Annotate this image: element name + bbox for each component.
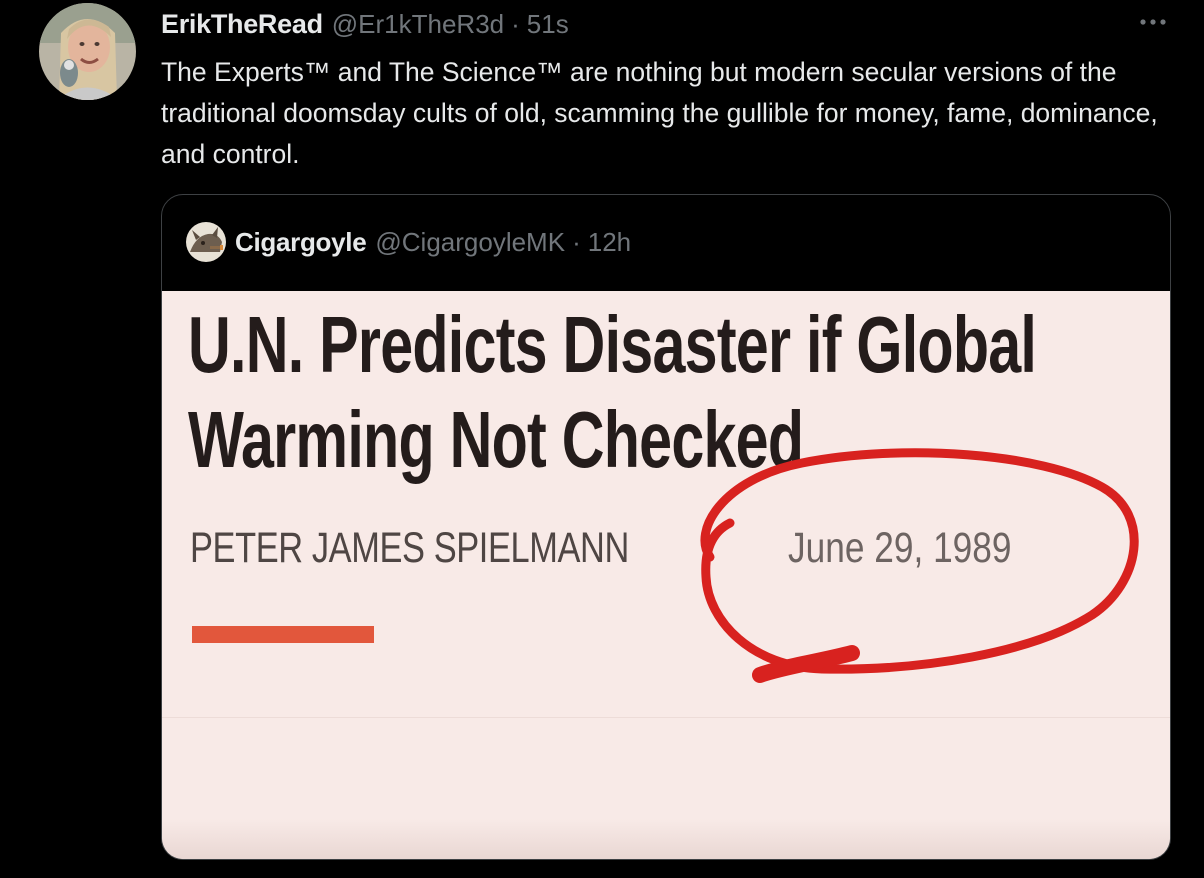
headline-line-1: U.N. Predicts Disaster if Global (188, 300, 1037, 389)
newspaper-headline: U.N. Predicts Disaster if Global Warming… (188, 297, 1037, 487)
tweet-header: ErikTheRead @Er1kTheR3d · 51s (161, 6, 569, 42)
newspaper-byline: PETER JAMES SPIELMANN (190, 524, 629, 572)
quoted-author-handle[interactable]: @CigargoyleMK (375, 227, 565, 258)
headline-line-2: Warming Not Checked (188, 395, 804, 484)
quoted-tweet-timestamp[interactable]: 12h (588, 227, 631, 258)
avatar-image (39, 3, 136, 100)
image-bottom-shadow (162, 819, 1170, 859)
newspaper-date: June 29, 1989 (788, 524, 1012, 572)
quoted-tweet-header: Cigargoyle @CigargoyleMK · 12h (186, 221, 631, 263)
tweet-timestamp[interactable]: 51s (527, 9, 569, 40)
quoted-tweet-image[interactable]: U.N. Predicts Disaster if Global Warming… (162, 291, 1170, 859)
gargoyle-avatar-icon[interactable] (186, 222, 226, 262)
more-dots-icon[interactable] (1133, 8, 1173, 36)
more-dots-glyph (1140, 19, 1166, 25)
quoted-separator-dot: · (572, 226, 581, 257)
quoted-author-display-name[interactable]: Cigargoyle (235, 227, 367, 258)
quote-avatar-image (186, 222, 226, 262)
accent-bar (192, 626, 374, 643)
user-avatar-icon[interactable] (39, 3, 136, 100)
tweet[interactable]: ErikTheRead @Er1kTheR3d · 51s The Expert… (0, 0, 1204, 878)
tweet-text: The Experts™ and The Science™ are nothin… (161, 57, 1158, 169)
author-display-name[interactable]: ErikTheRead (161, 9, 323, 40)
divider-line (162, 717, 1170, 718)
author-handle[interactable]: @Er1kTheR3d (332, 9, 504, 40)
separator-dot: · (511, 8, 520, 39)
quoted-tweet-card[interactable]: Cigargoyle @CigargoyleMK · 12h U.N. Pred… (161, 194, 1171, 860)
